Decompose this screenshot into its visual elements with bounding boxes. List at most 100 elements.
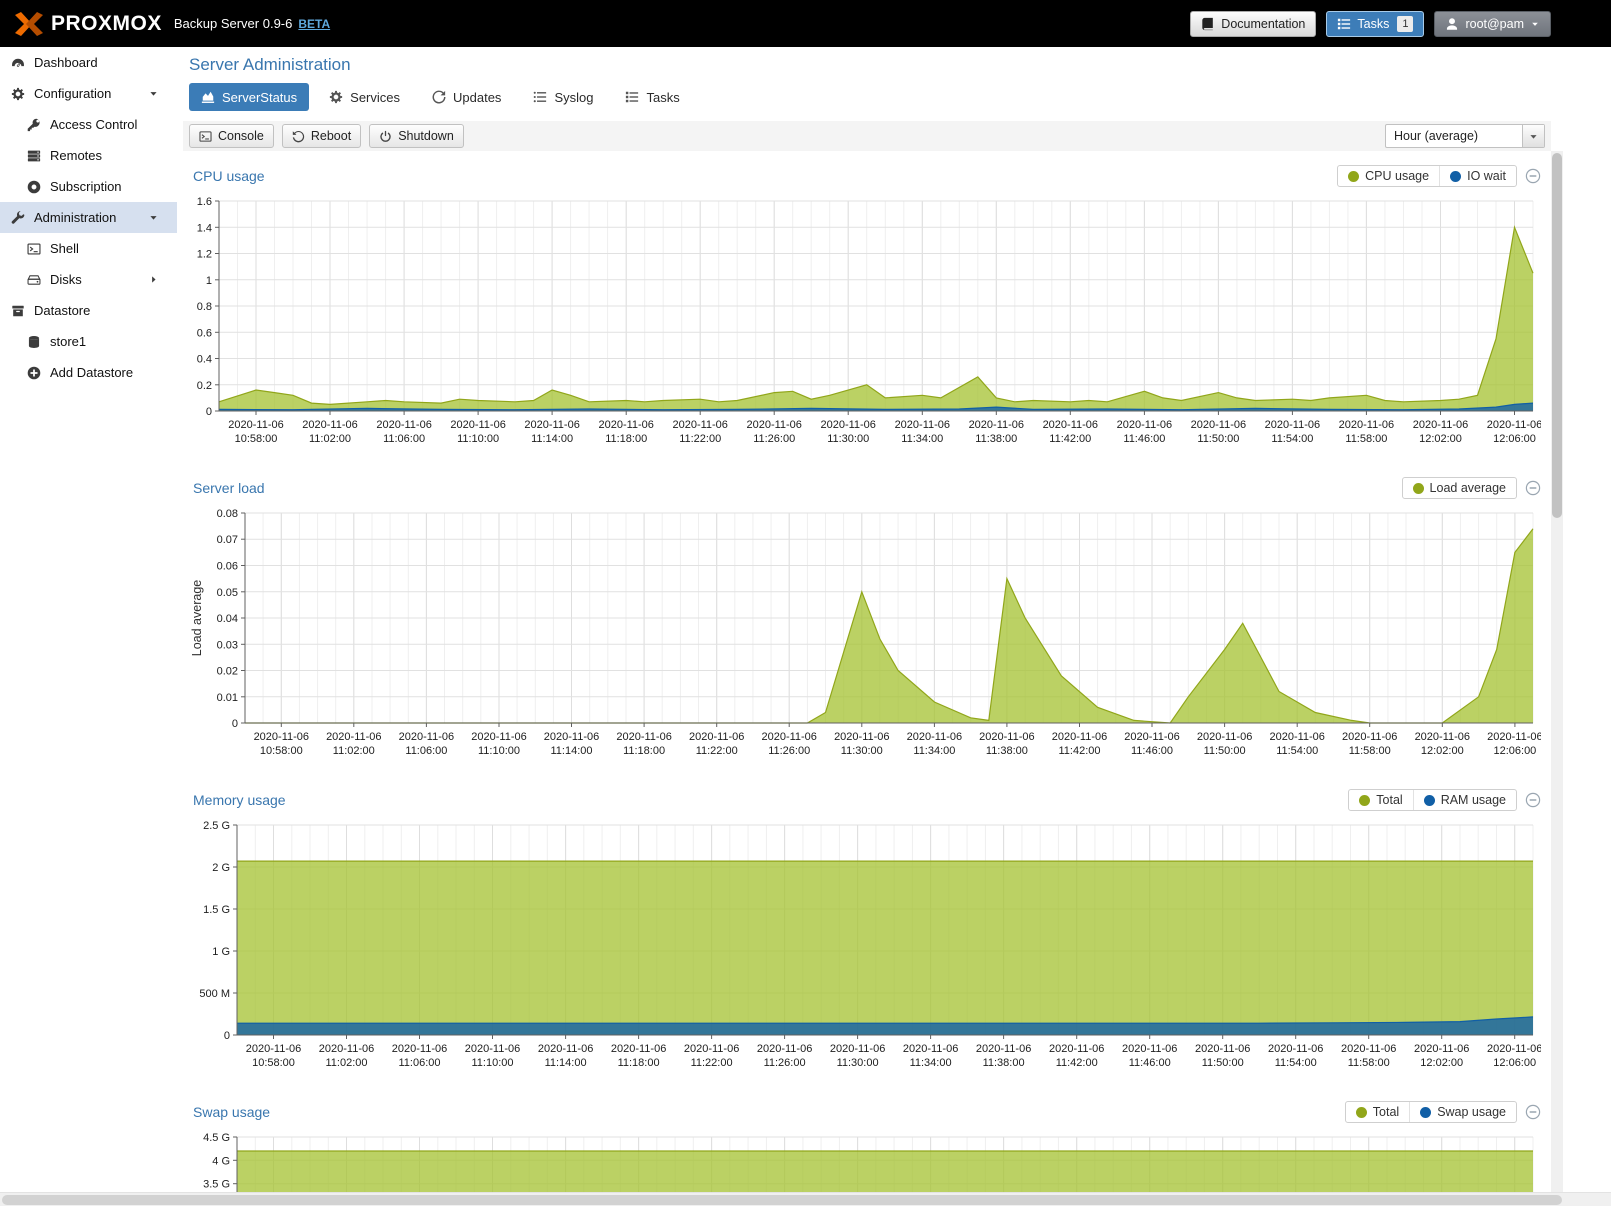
svg-text:11:46:00: 11:46:00 bbox=[1123, 433, 1165, 445]
legend-item-ram-usage[interactable]: RAM usage bbox=[1413, 790, 1516, 810]
legend-item-io-wait[interactable]: IO wait bbox=[1439, 166, 1516, 186]
svg-text:2020-11-06: 2020-11-06 bbox=[376, 419, 431, 431]
shutdown-button[interactable]: Shutdown bbox=[369, 124, 464, 148]
sidebar-item-store1[interactable]: store1 bbox=[0, 326, 177, 357]
collapse-panel-button[interactable] bbox=[1525, 792, 1541, 808]
sidebar-item-datastore[interactable]: Datastore bbox=[0, 295, 177, 326]
tab-syslog[interactable]: Syslog bbox=[521, 83, 605, 111]
svg-text:11:38:00: 11:38:00 bbox=[986, 745, 1028, 757]
svg-text:11:34:00: 11:34:00 bbox=[910, 1057, 952, 1069]
svg-text:2020-11-06: 2020-11-06 bbox=[976, 1043, 1031, 1055]
tasklist-icon bbox=[1337, 17, 1351, 31]
chart-title: CPU usage bbox=[193, 168, 265, 184]
svg-text:2020-11-06: 2020-11-06 bbox=[1052, 731, 1107, 743]
svg-text:11:42:00: 11:42:00 bbox=[1058, 745, 1100, 757]
horizontal-scrollbar[interactable] bbox=[0, 1192, 1611, 1206]
svg-text:2020-11-06: 2020-11-06 bbox=[471, 731, 526, 743]
svg-text:11:46:00: 11:46:00 bbox=[1131, 745, 1173, 757]
tasks-label: Tasks bbox=[1357, 17, 1389, 31]
timeframe-select-trigger[interactable] bbox=[1522, 125, 1544, 147]
sidebar-item-disks[interactable]: Disks bbox=[0, 264, 177, 295]
legend-label: RAM usage bbox=[1441, 793, 1506, 807]
user-menu-button[interactable]: root@pam bbox=[1434, 11, 1551, 37]
svg-text:11:34:00: 11:34:00 bbox=[913, 745, 955, 757]
legend-dot bbox=[1413, 483, 1424, 494]
sidebar-item-shell[interactable]: Shell bbox=[0, 233, 177, 264]
documentation-button[interactable]: Documentation bbox=[1190, 11, 1316, 37]
tab-serverstatus[interactable]: ServerStatus bbox=[189, 83, 309, 111]
console-button[interactable]: Console bbox=[189, 124, 274, 148]
tab-label: Updates bbox=[453, 90, 501, 105]
svg-text:11:58:00: 11:58:00 bbox=[1349, 745, 1391, 757]
caret-right-icon bbox=[145, 274, 161, 285]
chart-icon bbox=[201, 90, 215, 104]
tab-services[interactable]: Services bbox=[317, 83, 412, 111]
reboot-button[interactable]: Reboot bbox=[282, 124, 361, 148]
svg-text:2020-11-06: 2020-11-06 bbox=[684, 1043, 739, 1055]
chart-panel-header: Memory usageTotalRAM usage bbox=[189, 785, 1545, 815]
vertical-scrollbar-thumb[interactable] bbox=[1552, 153, 1562, 518]
beta-link[interactable]: BETA bbox=[298, 17, 330, 31]
timeframe-select[interactable]: Hour (average) bbox=[1385, 124, 1545, 148]
legend-dot bbox=[1356, 1107, 1367, 1118]
horizontal-scrollbar-thumb[interactable] bbox=[2, 1195, 1562, 1205]
sidebar-item-configuration[interactable]: Configuration bbox=[0, 78, 177, 109]
svg-text:12:06:00: 12:06:00 bbox=[1493, 1057, 1536, 1069]
toolbar: Console Reboot Shutdown Hour (average) bbox=[183, 121, 1551, 151]
collapse-panel-button[interactable] bbox=[1525, 480, 1541, 496]
svg-text:12:02:00: 12:02:00 bbox=[1420, 1057, 1463, 1069]
svg-text:11:22:00: 11:22:00 bbox=[679, 433, 721, 445]
svg-text:0.06: 0.06 bbox=[217, 561, 238, 573]
svg-text:0.07: 0.07 bbox=[217, 534, 238, 546]
svg-text:4 G: 4 G bbox=[212, 1155, 230, 1167]
sidebar-item-access-control[interactable]: Access Control bbox=[0, 109, 177, 140]
sidebar-item-label: Dashboard bbox=[34, 55, 98, 70]
svg-text:Load average: Load average bbox=[190, 580, 204, 657]
collapse-panel-button[interactable] bbox=[1525, 1104, 1541, 1120]
svg-text:500 M: 500 M bbox=[199, 988, 230, 1000]
svg-text:0.4: 0.4 bbox=[197, 354, 212, 366]
svg-text:2020-11-06: 2020-11-06 bbox=[1269, 731, 1324, 743]
product-version: Backup Server 0.9-6 bbox=[174, 16, 293, 31]
chart-panel-swap-usage: Swap usageTotalSwap usage0500 M1 G1.5 G2… bbox=[183, 1097, 1551, 1192]
svg-text:11:18:00: 11:18:00 bbox=[605, 433, 647, 445]
svg-text:11:30:00: 11:30:00 bbox=[827, 433, 869, 445]
svg-text:11:50:00: 11:50:00 bbox=[1197, 433, 1239, 445]
legend-item-swap-usage[interactable]: Swap usage bbox=[1409, 1102, 1516, 1122]
chart-memory-usage-plot: 0500 M1 G1.5 G2 G2.5 G2020-11-0610:58:00… bbox=[189, 815, 1545, 1081]
sidebar-item-remotes[interactable]: Remotes bbox=[0, 140, 177, 171]
legend-item-load-average[interactable]: Load average bbox=[1403, 478, 1516, 498]
reboot-icon bbox=[292, 130, 305, 143]
svg-text:10:58:00: 10:58:00 bbox=[235, 433, 278, 445]
collapse-panel-button[interactable] bbox=[1525, 168, 1541, 184]
svg-text:2020-11-06: 2020-11-06 bbox=[524, 419, 579, 431]
tasks-button[interactable]: Tasks 1 bbox=[1326, 11, 1424, 37]
svg-text:12:06:00: 12:06:00 bbox=[1493, 433, 1536, 445]
svg-text:11:58:00: 11:58:00 bbox=[1348, 1057, 1390, 1069]
legend-item-total[interactable]: Total bbox=[1346, 1102, 1409, 1122]
svg-text:2020-11-06: 2020-11-06 bbox=[1049, 1043, 1104, 1055]
svg-text:2020-11-06: 2020-11-06 bbox=[979, 731, 1034, 743]
legend-item-total[interactable]: Total bbox=[1349, 790, 1412, 810]
sidebar-item-subscription[interactable]: Subscription bbox=[0, 171, 177, 202]
chart-legend: Total Swap usage bbox=[1345, 1101, 1517, 1123]
legend-label: CPU usage bbox=[1365, 169, 1429, 183]
terminal-icon bbox=[199, 130, 212, 143]
legend-item-cpu-usage[interactable]: CPU usage bbox=[1338, 166, 1439, 186]
tab-tasks[interactable]: Tasks bbox=[613, 83, 691, 111]
legend-label: Swap usage bbox=[1437, 1105, 1506, 1119]
sidebar-item-add-datastore[interactable]: Add Datastore bbox=[0, 357, 177, 388]
svg-text:11:42:00: 11:42:00 bbox=[1056, 1057, 1098, 1069]
svg-text:11:02:00: 11:02:00 bbox=[333, 745, 375, 757]
svg-text:2020-11-06: 2020-11-06 bbox=[1191, 419, 1246, 431]
svg-text:2020-11-06: 2020-11-06 bbox=[465, 1043, 520, 1055]
sidebar-item-dashboard[interactable]: Dashboard bbox=[0, 47, 177, 78]
tab-updates[interactable]: Updates bbox=[420, 83, 513, 111]
svg-text:2020-11-06: 2020-11-06 bbox=[761, 731, 816, 743]
legend-dot bbox=[1348, 171, 1359, 182]
book-icon bbox=[1201, 17, 1215, 31]
chart-panel-memory-usage: Memory usageTotalRAM usage0500 M1 G1.5 G… bbox=[183, 785, 1551, 1081]
vertical-scrollbar[interactable] bbox=[1551, 151, 1563, 1192]
sidebar-item-administration[interactable]: Administration bbox=[0, 202, 177, 233]
svg-text:11:26:00: 11:26:00 bbox=[764, 1057, 806, 1069]
